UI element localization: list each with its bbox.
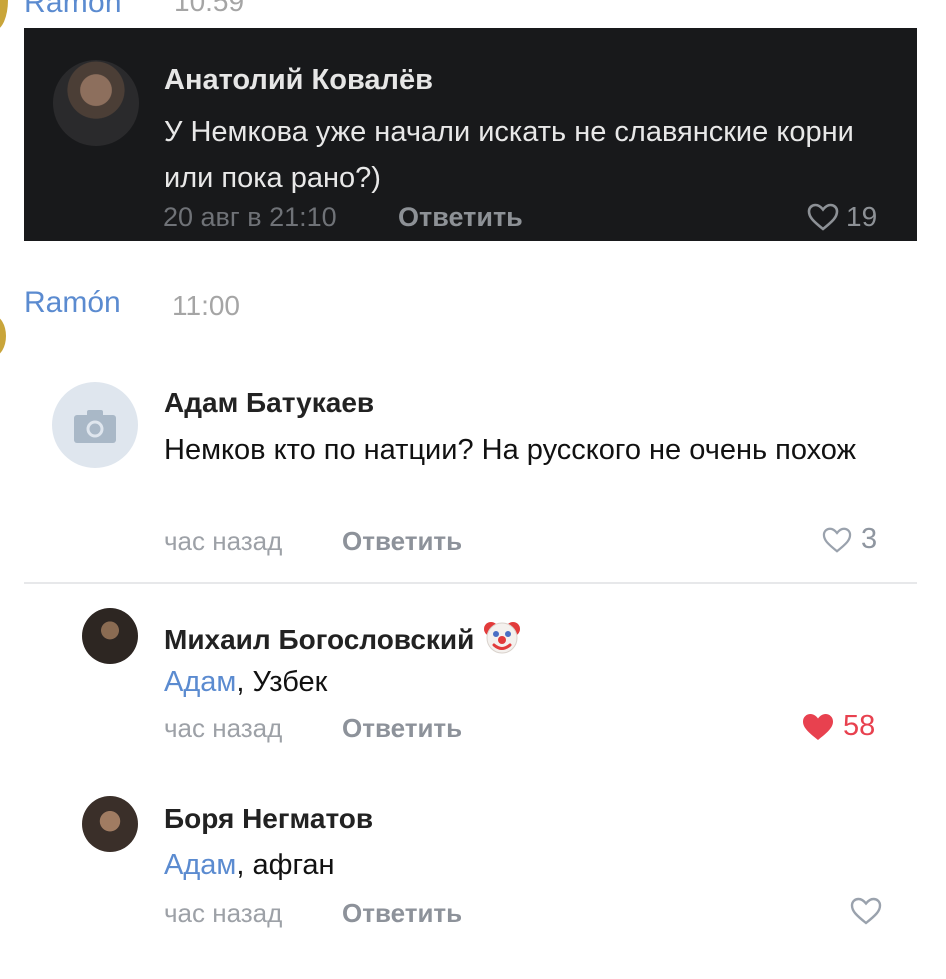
message-sender[interactable]: Ramón xyxy=(24,0,122,20)
comment-time: час назад xyxy=(164,526,283,556)
comment-author[interactable]: Боря Негматов xyxy=(164,803,373,835)
sender-avatar-partial[interactable] xyxy=(0,0,8,30)
reply-button: Ответить xyxy=(398,202,523,232)
comment-text-row: Адам, афган xyxy=(164,843,335,887)
avatar xyxy=(53,60,139,146)
comment-text: , афган xyxy=(236,849,335,881)
mention-link[interactable]: Адам xyxy=(164,849,236,881)
comment-text-row: Адам, Узбек xyxy=(164,660,327,704)
comment-author-row: Михаил Богословский xyxy=(164,617,522,657)
avatar[interactable] xyxy=(82,796,138,852)
likes-count: 58 xyxy=(843,710,876,742)
likes-number: 19 xyxy=(846,201,878,232)
comment-author: Анатолий Ковалёв xyxy=(164,64,433,96)
heart-outline-icon xyxy=(850,897,882,925)
heart-outline-icon xyxy=(822,527,852,553)
comment-time: час назад xyxy=(164,898,283,928)
message-sender[interactable]: Ramón xyxy=(24,286,121,320)
heart-outline-icon xyxy=(807,203,839,231)
comment-date: 20 авг в 21:10 xyxy=(163,202,337,232)
message-time: 10:59 xyxy=(174,0,245,17)
likes-count: 3 xyxy=(861,523,878,555)
comment-text: , Узбек xyxy=(236,666,328,698)
avatar[interactable] xyxy=(82,608,138,664)
reply-button[interactable]: Ответить xyxy=(342,898,462,929)
like-button[interactable]: 3 xyxy=(821,523,877,556)
comment-text: Немков кто по натции? На русского не оче… xyxy=(164,434,857,466)
mention-link[interactable]: Адам xyxy=(164,666,236,698)
divider xyxy=(24,582,917,584)
comment-time: час назад xyxy=(164,713,283,743)
comment-text: У Немкова уже начали искать не славянски… xyxy=(164,116,854,194)
avatar-placeholder[interactable] xyxy=(52,382,138,468)
message-time: 11:00 xyxy=(172,290,240,321)
clown-emoji-icon xyxy=(484,622,521,654)
reply-button[interactable]: Ответить xyxy=(342,526,462,557)
heart-filled-icon xyxy=(803,713,833,740)
like-button[interactable] xyxy=(849,896,883,926)
comment-author[interactable]: Михаил Богословский xyxy=(164,624,474,655)
like-button[interactable]: 58 xyxy=(801,710,875,743)
comment-author[interactable]: Адам Батукаев xyxy=(164,387,374,419)
camera-icon xyxy=(74,410,116,443)
reply-button[interactable]: Ответить xyxy=(342,713,462,744)
sender-avatar-partial[interactable] xyxy=(0,316,6,356)
likes-count: 19 xyxy=(806,201,877,233)
